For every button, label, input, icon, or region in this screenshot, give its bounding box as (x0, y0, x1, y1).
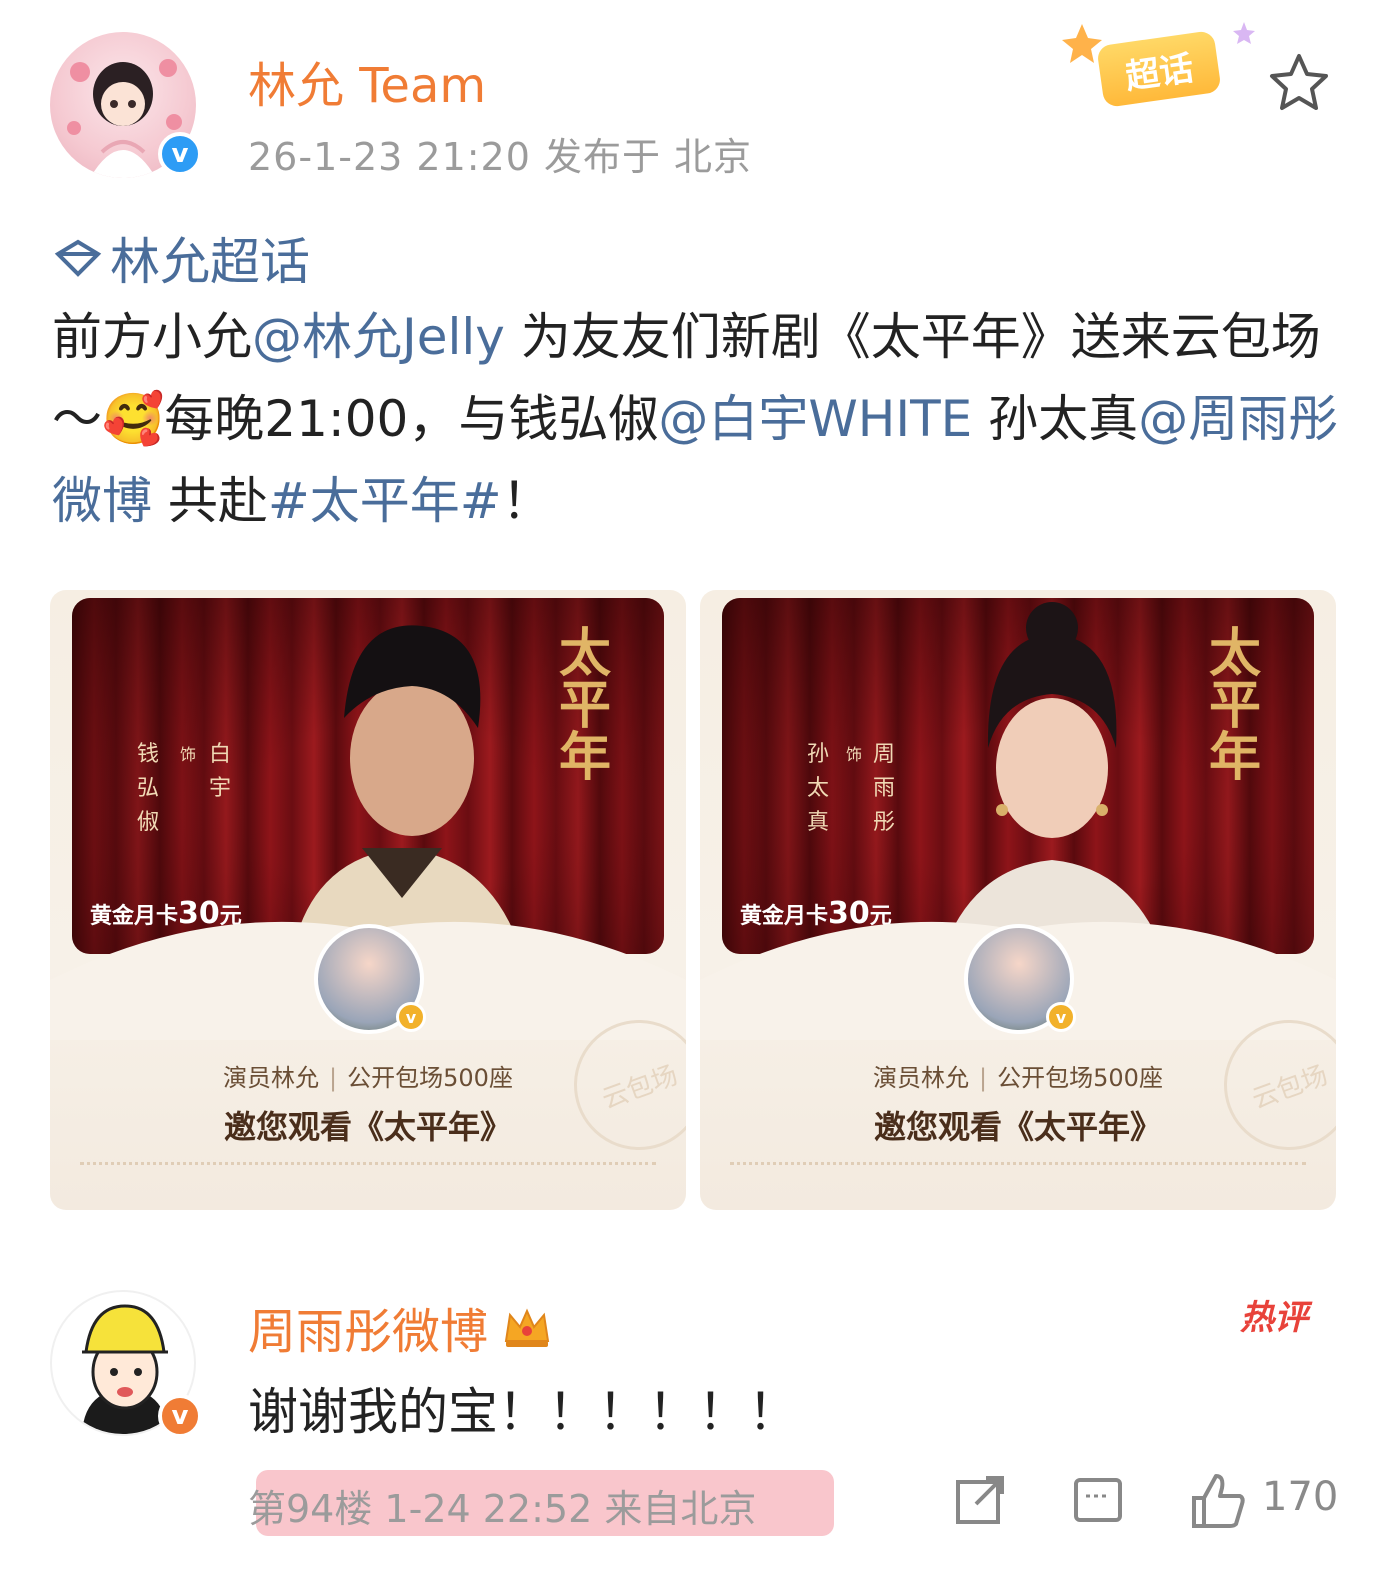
crown-icon (504, 1308, 550, 1347)
post-author-avatar[interactable]: v (50, 32, 202, 178)
card-title: 邀您观看《太平年》 (873, 1108, 1162, 1146)
comment-meta: 第94楼 1-24 22:52 来自北京 (248, 1487, 757, 1531)
dotted-divider (730, 1162, 1306, 1165)
body-text-segment: 孙太真 (972, 390, 1139, 448)
emoji-icon: 🥰 (102, 390, 165, 448)
inviter-name: 演员林允 (873, 1064, 970, 1092)
hot-comment-badge: 热评 (1240, 1298, 1308, 1338)
inviter-avatar: v (964, 924, 1076, 1034)
comment-text: 谢谢我的宝！！！！！！ (248, 1383, 798, 1441)
body-text-segment: 共赴 (152, 472, 268, 530)
dotted-divider (80, 1162, 656, 1165)
actor-name: 白宇 (208, 742, 231, 801)
card-subtitle: 演员林允 | 公开包场500座 (223, 1064, 513, 1092)
diamond-icon (54, 239, 102, 277)
actor-name: 周雨彤 (872, 742, 895, 835)
post-body-text: 前方小允@林允Jelly 为友友们新剧《太平年》送来云包场～🥰每晚21:00，与… (52, 296, 1352, 542)
commenter-avatar[interactable]: v (50, 1290, 202, 1438)
seat-count: 公开包场500座 (347, 1064, 513, 1092)
mention-link[interactable]: #太平年# (268, 472, 502, 530)
comment-icon[interactable] (1068, 1470, 1128, 1530)
body-text-segment: 每晚21:00，与钱弘俶 (164, 390, 659, 448)
verified-badge-icon: v (396, 1002, 426, 1032)
body-text-segment: 前方小允 (52, 308, 252, 366)
chaohua-badge[interactable]: 超话 (1060, 18, 1270, 110)
post-meta: 26-1-23 21:20 发布于 北京 (248, 135, 753, 179)
card-subtitle: 演员林允 | 公开包场500座 (873, 1064, 1163, 1092)
role-name: 钱弘俶 (136, 742, 159, 835)
body-text-segment: ！ (501, 472, 552, 530)
role-connector: 饰 (845, 745, 862, 764)
mention-link[interactable]: @白宇WHITE (658, 390, 972, 448)
like-count: 170 (1262, 1474, 1339, 1520)
share-icon[interactable] (950, 1470, 1010, 1530)
commenter-name: 周雨彤微博 (248, 1304, 489, 1360)
verified-badge-icon: v (158, 1394, 202, 1438)
card-title: 邀您观看《太平年》 (223, 1108, 512, 1146)
like-thumb-icon[interactable] (1188, 1470, 1248, 1530)
role-name: 孙太真 (806, 742, 829, 835)
seat-count: 公开包场500座 (997, 1064, 1163, 1092)
verified-badge-icon: v (1046, 1002, 1076, 1032)
image-card-2[interactable]: 太平年 孙太真 饰 周雨彤 黄金月卡30元 v 云包场 演员林允 | 公开包场500… (700, 590, 1336, 1210)
inviter-avatar: v (314, 924, 426, 1034)
verified-badge-icon: v (158, 132, 202, 176)
favorite-star-icon[interactable] (1266, 50, 1332, 116)
inviter-name: 演员林允 (223, 1064, 320, 1092)
drama-title: 太平年 (1208, 623, 1261, 788)
role-connector: 饰 (179, 745, 196, 764)
super-topic-label: 林允超话 (110, 233, 310, 291)
post-author-name[interactable]: 林允 Team (248, 46, 486, 116)
drama-title: 太平年 (558, 623, 611, 788)
image-card-1[interactable]: 太平年 钱弘俶 饰 白宇 黄金月卡30元 v 云包场 演员林允 | 公开包场500座… (50, 590, 686, 1210)
commenter-name-row[interactable]: 周雨彤微博 (248, 1292, 552, 1362)
super-topic-link[interactable]: 林允超话 (54, 222, 310, 294)
mention-link[interactable]: @林允Jelly (252, 308, 505, 366)
